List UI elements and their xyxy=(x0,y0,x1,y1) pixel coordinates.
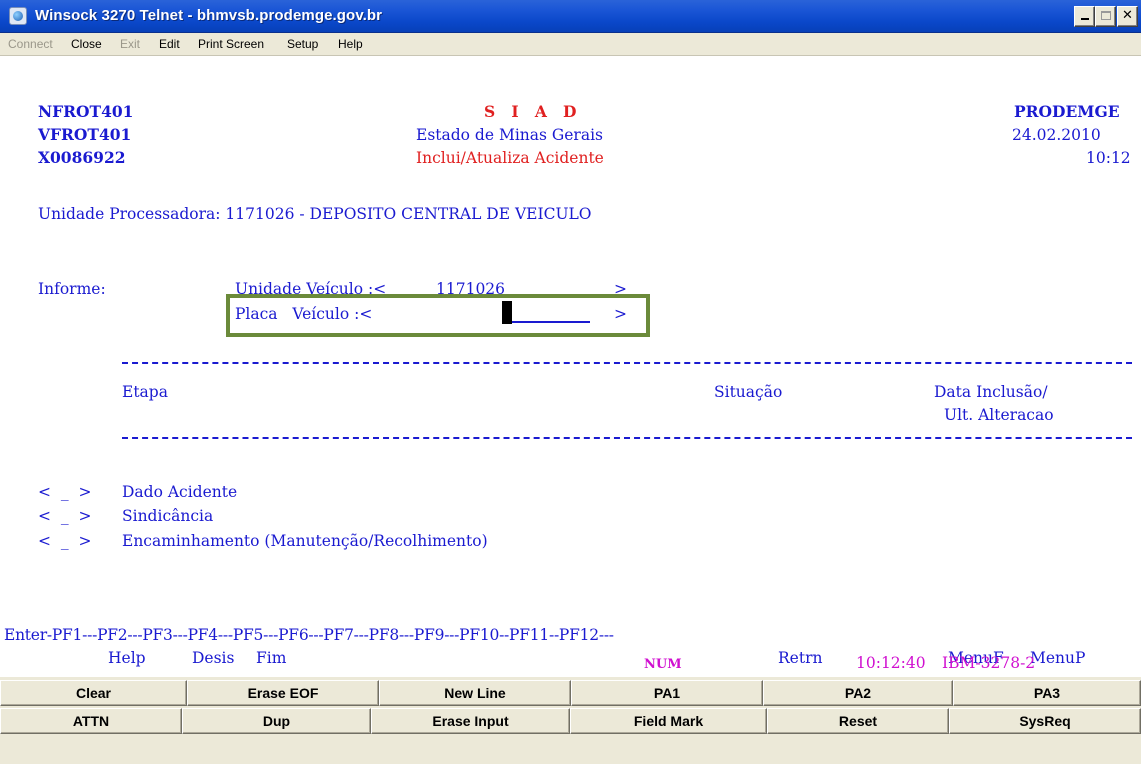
function-title: Inclui/Atualiza Acidente xyxy=(416,149,604,167)
system-name: S I A D xyxy=(484,102,577,121)
maximize-icon xyxy=(1100,11,1111,20)
status-time: 10:12:40 xyxy=(856,654,926,672)
state-name: Estado de Minas Gerais xyxy=(416,126,603,144)
text-cursor xyxy=(502,301,512,324)
informe-label: Informe: xyxy=(38,280,106,298)
key-new-line[interactable]: New Line xyxy=(379,680,571,706)
app-icon[interactable] xyxy=(9,7,27,25)
menu-setup[interactable]: Setup xyxy=(287,37,318,51)
key-dup[interactable]: Dup xyxy=(182,708,371,734)
separator-bottom xyxy=(122,437,1132,439)
program-id-2: VFROT401 xyxy=(38,125,132,144)
option-dado-acidente-field[interactable]: < _ > xyxy=(38,482,91,502)
status-num: NUM xyxy=(644,657,682,672)
maximize-button[interactable] xyxy=(1095,6,1116,27)
company-name: PRODEMGE xyxy=(1014,102,1120,121)
column-situacao: Situação xyxy=(714,383,783,401)
pf1-help[interactable]: Help xyxy=(108,648,146,668)
title-bar: Winsock 3270 Telnet - bhmvsb.prodemge.go… xyxy=(0,0,1141,33)
key-field-mark[interactable]: Field Mark xyxy=(570,708,767,734)
column-data-inclusao: Data Inclusão/ xyxy=(934,383,1048,401)
key-pa1[interactable]: PA1 xyxy=(571,680,763,706)
unidade-processadora: Unidade Processadora: 1171026 - DEPOSITO… xyxy=(38,205,592,223)
menu-close[interactable]: Close xyxy=(71,37,102,51)
option-encaminhamento-label: Encaminhamento (Manutenção/Recolhimento) xyxy=(122,532,488,550)
screen-date: 24.02.2010 xyxy=(1012,126,1101,144)
menu-help[interactable]: Help xyxy=(338,37,363,51)
menu-bar: Connect Close Exit Edit Print Screen Set… xyxy=(0,33,1141,56)
pf-key-line: Enter-PF1---PF2---PF3---PF4---PF5---PF6-… xyxy=(4,626,614,644)
status-terminal-type: IBM-3278-2 xyxy=(942,654,1036,672)
separator-top xyxy=(122,362,1132,364)
option-sindicancia-label: Sindicância xyxy=(122,507,214,525)
column-etapa: Etapa xyxy=(122,383,168,401)
placa-highlight-box xyxy=(226,294,650,337)
menu-exit[interactable]: Exit xyxy=(120,37,140,51)
key-reset[interactable]: Reset xyxy=(767,708,949,734)
pf9-retrn[interactable]: Retrn xyxy=(778,648,822,668)
key-pa2[interactable]: PA2 xyxy=(763,680,953,706)
key-pa3[interactable]: PA3 xyxy=(953,680,1141,706)
menu-edit[interactable]: Edit xyxy=(159,37,180,51)
window-title: Winsock 3270 Telnet - bhmvsb.prodemge.go… xyxy=(35,7,383,24)
option-encaminhamento-field[interactable]: < _ > xyxy=(38,531,91,551)
menu-connect[interactable]: Connect xyxy=(8,37,53,51)
key-attn[interactable]: ATTN xyxy=(0,708,182,734)
pf3-fim[interactable]: Fim xyxy=(256,648,286,668)
close-window-button[interactable]: ✕ xyxy=(1117,6,1138,27)
close-icon: ✕ xyxy=(1122,8,1133,23)
option-dado-acidente-label: Dado Acidente xyxy=(122,483,238,501)
column-ult-alteracao: Ult. Alteracao xyxy=(944,406,1054,424)
terminal-screen[interactable]: NFROT401 VFROT401 X0086922 S I A D Estad… xyxy=(0,57,1141,677)
menu-print-screen[interactable]: Print Screen xyxy=(198,37,264,51)
screen-time: 10:12 xyxy=(1086,149,1131,167)
minimize-icon xyxy=(1080,18,1089,20)
option-sindicancia-field[interactable]: < _ > xyxy=(38,506,91,526)
keypad: Clear Erase EOF New Line PA1 PA2 PA3 ATT… xyxy=(0,677,1141,764)
key-sysreq[interactable]: SysReq xyxy=(949,708,1141,734)
key-clear[interactable]: Clear xyxy=(0,680,187,706)
pf12-menup[interactable]: MenuP xyxy=(1030,648,1085,668)
placa-field-underline xyxy=(512,321,590,323)
minimize-button[interactable] xyxy=(1074,6,1095,27)
pf2-desis[interactable]: Desis xyxy=(192,648,234,668)
key-erase-eof[interactable]: Erase EOF xyxy=(187,680,379,706)
program-id-1: NFROT401 xyxy=(38,102,134,121)
key-erase-input[interactable]: Erase Input xyxy=(371,708,570,734)
user-id: X0086922 xyxy=(38,148,126,167)
